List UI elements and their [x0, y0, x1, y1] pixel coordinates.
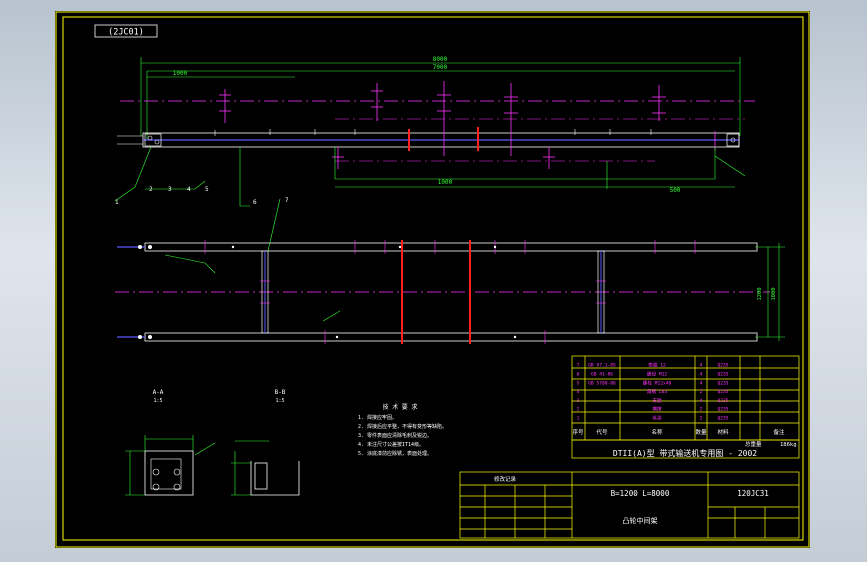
- dim-bottom-a: 1000: [438, 179, 453, 186]
- bom-cell: 3: [577, 398, 580, 404]
- elevation-view: 8000 7000 1000 1000 500 1 2 3 4 5 6 7: [114, 56, 755, 207]
- drawing-code: (2JC01): [108, 28, 144, 38]
- dim-overall-a: 8000: [433, 56, 448, 63]
- bom-cell: 螺栓 M12x40: [643, 379, 672, 386]
- dim-bottom-b: 500: [670, 187, 681, 194]
- bom-cell: Q235: [717, 415, 728, 421]
- balloon-2: 2: [149, 186, 153, 193]
- bom-cell: 垫圈 12: [648, 362, 666, 369]
- part-name: 凸轮中间架: [623, 516, 658, 525]
- plan-view: 1200 1000: [115, 198, 785, 344]
- bom-header-name: 名称: [651, 428, 663, 436]
- note-1: 1. 焊接应牢固。: [358, 414, 397, 421]
- bom-cell: GB 97.1-85: [588, 363, 616, 369]
- bom-cell: 纵梁: [652, 414, 662, 421]
- bom-cell: Q235: [717, 389, 728, 395]
- dim-span: 1200: [757, 287, 763, 300]
- bom-cell: Q235: [717, 398, 728, 404]
- bom-cell: GB 41-86: [591, 371, 613, 377]
- note-4: 4. 未注尺寸公差按IT14级。: [358, 441, 424, 448]
- section-a-scale: 1:5: [153, 398, 162, 404]
- bom-header-no: 序号: [572, 428, 584, 436]
- bom-header-code: 代号: [596, 428, 608, 436]
- bom-cell: Q235: [717, 380, 728, 386]
- bom-cell: 1: [577, 415, 580, 421]
- section-b-scale: 1:5: [275, 398, 284, 404]
- bom-cell: 4: [700, 398, 703, 404]
- bom-cell: 4: [700, 363, 703, 369]
- bom-cell: 4: [700, 380, 703, 386]
- cad-drawing: (2JC01) 8000 7000 1000 1000 500 1 2 3 4 …: [55, 11, 810, 548]
- bom-cell: Q235: [717, 371, 728, 377]
- title-block: 修改记录 7 GB 97.1-85 垫圈 12 4 Q235 6 GB 41-86 螺母 M1…: [459, 355, 800, 539]
- note-2: 2. 焊接后应平整，不得有变形等缺陷。: [358, 423, 447, 430]
- bom-cell: 2: [700, 389, 703, 395]
- bom-cell: GB 5780-86: [588, 380, 616, 386]
- bom-cell: 横撑: [652, 406, 662, 413]
- spec-text: B=1200 L=8000: [611, 489, 670, 498]
- change-block-title: 修改记录: [494, 475, 517, 483]
- dim-span-b: 1000: [771, 287, 777, 300]
- balloon-5: 5: [205, 186, 209, 193]
- bom-cell: 6: [577, 371, 580, 377]
- bom-cell: 7: [577, 363, 580, 369]
- part-code: 120JC31: [737, 489, 769, 498]
- title-line: DTII(A)型 带式输送机专用图 - 2002: [613, 448, 757, 458]
- notes-title: 技 术 要 求: [383, 403, 418, 411]
- mass-label: 总重量: [745, 440, 762, 448]
- section-b-label: B-B: [275, 389, 286, 396]
- dim-overall-b: 7000: [433, 64, 448, 71]
- bom-cell: 4: [700, 371, 703, 377]
- section-views: A-A 1:5 B-B 1:5: [125, 389, 300, 496]
- bom-cell: 2: [577, 407, 580, 413]
- bom-cell: Q235: [717, 363, 728, 369]
- bom-header-material: 材料: [717, 428, 729, 436]
- bom-header-remark: 备注: [773, 428, 785, 436]
- bom-cell: Q235: [717, 407, 728, 413]
- bom-header-qty: 数量: [695, 428, 707, 436]
- bom-cell: 5: [577, 380, 580, 386]
- dim-left-sub: 1000: [173, 70, 188, 77]
- bom-cell: 4: [577, 389, 580, 395]
- drawing-sheet: (2JC01) 8000 7000 1000 1000 500 1 2 3 4 …: [55, 11, 810, 548]
- balloon-4: 4: [187, 186, 191, 193]
- bom-cell: 支腿: [652, 397, 662, 404]
- bom-cell: 2: [700, 407, 703, 413]
- bom-cell: 螺母 M12: [647, 370, 667, 377]
- balloon-7: 7: [285, 197, 289, 204]
- balloon-3: 3: [168, 186, 172, 193]
- note-3: 3. 零件表面应清除毛刺及锐边。: [358, 432, 432, 439]
- technical-notes: 技 术 要 求 1. 焊接应牢固。 2. 焊接后应平整，不得有变形等缺陷。 3.…: [358, 403, 447, 457]
- balloon-6: 6: [253, 199, 257, 206]
- section-a-label: A-A: [153, 389, 164, 396]
- balloon-1: 1: [115, 199, 119, 206]
- note-5: 5. 涂底漆前应除锈，表面处理。: [358, 450, 432, 457]
- bom-cell: 2: [700, 415, 703, 421]
- outer-frame: [55, 11, 810, 548]
- mass-value: 186kg: [780, 442, 797, 448]
- bom-cell: 角钢 L63: [647, 388, 667, 395]
- inner-frame: [62, 16, 804, 541]
